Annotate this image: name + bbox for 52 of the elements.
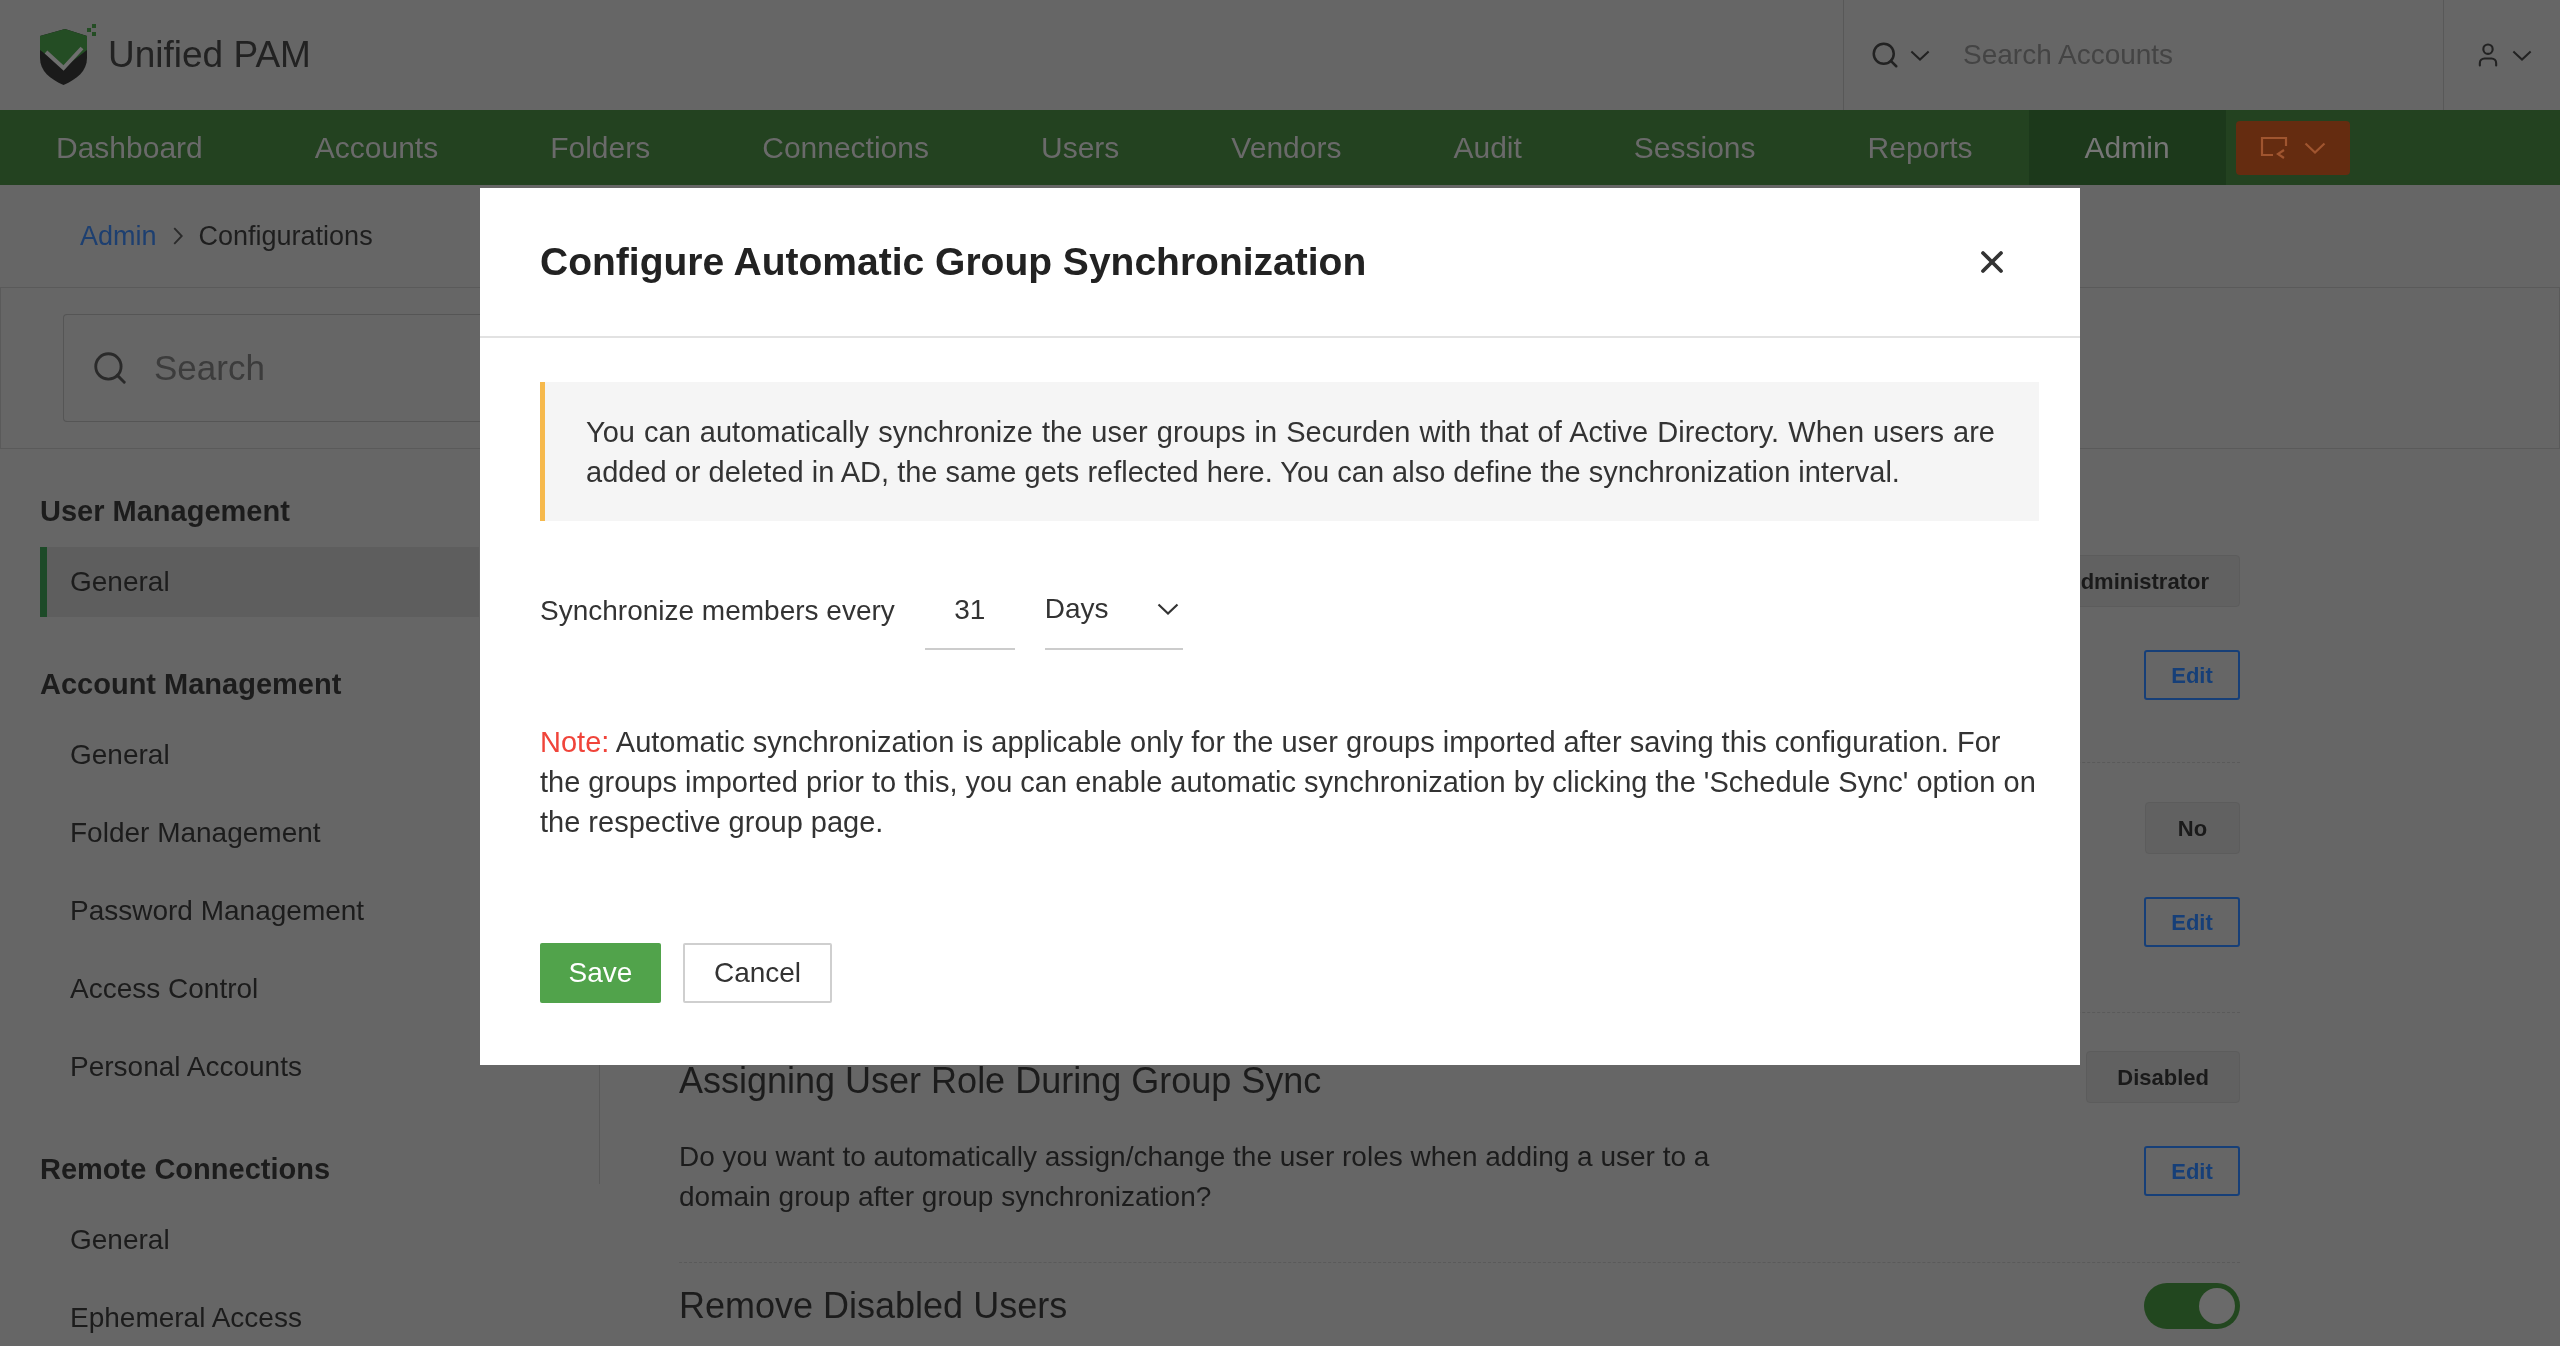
dialog-title: Configure Automatic Group Synchronization: [540, 238, 1367, 285]
note-text: Note: Automatic synchronization is applicable only for the user groups imported after saving this configuration. For the groups imported prior to this, you can enable automatic synchronization by clicking the 'Schedule Sync' option on the respective group page.: [540, 725, 2037, 840]
breadcrumb-link[interactable]: Admin: [80, 215, 157, 257]
caret-icon: [2303, 141, 2326, 154]
caret-icon: [1156, 603, 1179, 615]
sidebar-item[interactable]: Personal Accounts: [70, 1046, 302, 1088]
search-icon: [1870, 40, 1900, 70]
sidebar-section-title: User Management: [40, 494, 291, 529]
sidebar-item[interactable]: General: [70, 734, 170, 776]
interval-input[interactable]: 31: [924, 586, 1015, 650]
breadcrumb-current: Configurations: [198, 219, 373, 253]
interval-label: Synchronize members every: [540, 594, 895, 628]
monitor-arrow-icon: [2259, 136, 2288, 159]
nav-tab[interactable]: Dashboard: [56, 110, 203, 185]
nav-tab[interactable]: Connections: [762, 110, 929, 185]
edit-button[interactable]: Edit: [2144, 650, 2240, 700]
setting-value: No: [2145, 802, 2240, 854]
cancel-button[interactable]: Cancel: [683, 943, 832, 1003]
sidebar-item[interactable]: Password Management: [70, 890, 365, 932]
setting-title: Assigning User Role During Group Sync: [679, 1060, 1323, 1102]
edit-button[interactable]: Edit: [2144, 1146, 2240, 1196]
search-scope-button[interactable]: [1870, 40, 1930, 70]
app-title: Unified PAM: [108, 33, 311, 78]
nav-tab[interactable]: Admin: [2028, 110, 2226, 185]
interval-unit-select[interactable]: Days: [1044, 586, 1183, 650]
shield-logo-icon: [37, 24, 97, 86]
info-text: You can automatically synchronize the user groups in Securden with that of Active Directory. When users are added or deleted in AD, the same gets reflected here. You can also define the synchronization interval.: [540, 382, 2039, 521]
setting-title: Remove Disabled Users: [679, 1285, 1068, 1327]
nav-tab[interactable]: Audit: [1453, 110, 1522, 185]
sidebar-section-title: Remote Connections: [40, 1152, 332, 1187]
nav-tab[interactable]: Vendors: [1231, 110, 1342, 185]
setting-description: Do you want to automatically assign/change the user roles when adding a user to a domain group after group synchronization?: [679, 1140, 1711, 1214]
search-icon: [91, 349, 129, 387]
sidebar-item[interactable]: General: [70, 1219, 170, 1261]
screen-menu-button[interactable]: [2235, 120, 2350, 175]
nav-tab[interactable]: Reports: [1867, 110, 1973, 185]
nav-tab[interactable]: Sessions: [1633, 110, 1756, 185]
breadcrumb-separator-icon: [172, 226, 183, 246]
toggle-switch[interactable]: [2144, 1283, 2240, 1329]
edit-button[interactable]: Edit: [2144, 897, 2240, 947]
sidebar-item[interactable]: General: [40, 547, 479, 617]
sidebar-item[interactable]: Ephemeral Access: [70, 1297, 302, 1339]
nav-tab[interactable]: Users: [1041, 110, 1120, 185]
sidebar-item[interactable]: Folder Management: [70, 812, 321, 854]
caret-icon: [1910, 49, 1930, 61]
setting-value: Disabled: [2086, 1051, 2240, 1103]
sidebar-item[interactable]: Access Control: [70, 968, 259, 1010]
save-button[interactable]: Save: [540, 943, 661, 1003]
nav-tab[interactable]: Folders: [550, 110, 651, 185]
caret-icon: [2512, 49, 2532, 61]
nav-tab[interactable]: Accounts: [314, 110, 439, 185]
sidebar-section-title: Account Management: [40, 667, 343, 702]
